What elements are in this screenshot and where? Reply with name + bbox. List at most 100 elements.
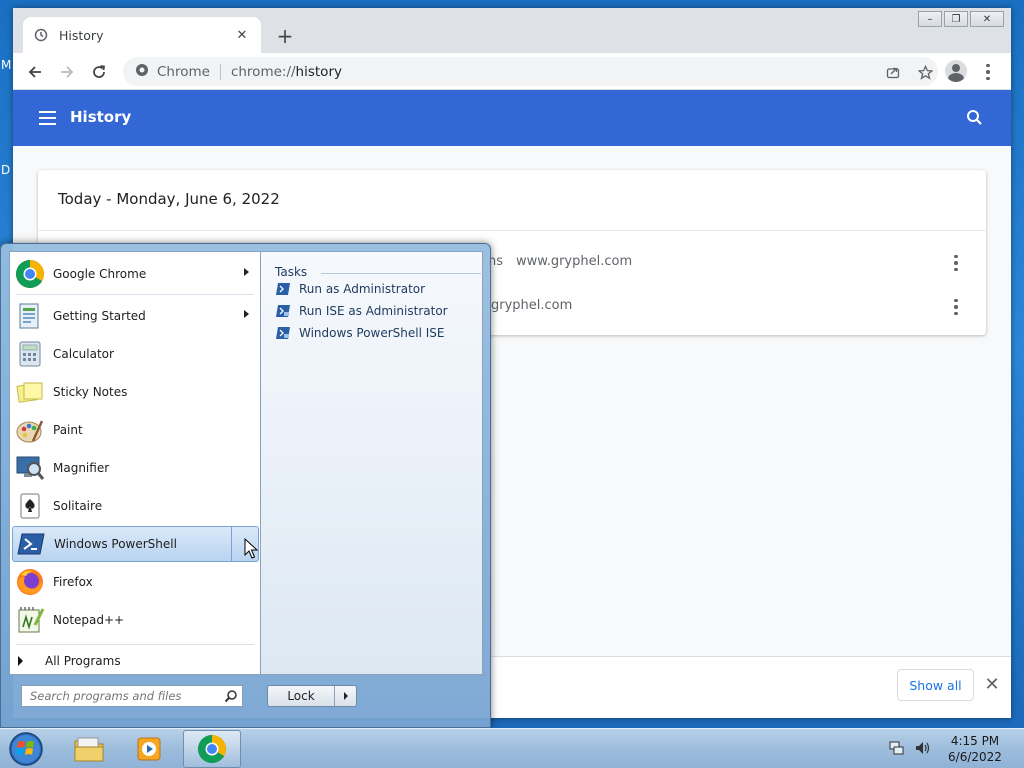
tasks-heading: Tasks [275,265,308,279]
omnibox-divider [219,63,221,80]
chrome-icon [14,258,46,290]
task-run-ise-as-administrator[interactable]: Run ISE as Administrator [275,304,448,318]
chrome-menu-icon[interactable] [979,59,997,85]
history-header: History [13,90,1011,146]
task-label: Windows PowerShell ISE [299,326,445,340]
firefox-icon [14,566,46,598]
submenu-arrow-icon [244,310,249,318]
taskbar-clock[interactable]: 4:15 PM 6/6/2022 [945,733,1005,765]
history-row-domain: www.gryphel.com [516,254,633,269]
mouse-cursor-icon [244,538,258,559]
split-divider [231,527,232,561]
media-player-icon [137,737,161,761]
tab-strip: History ✕ + – ❐ ✕ [13,8,1011,53]
programs-pane: Google Chrome Getting Started Calculator… [9,251,260,675]
chrome-logo-icon [135,62,149,81]
program-label: Solitaire [53,499,103,513]
program-item-paint[interactable]: Paint [12,412,259,448]
bookmark-star-icon[interactable] [915,63,935,81]
program-item-sticky-notes[interactable]: Sticky Notes [12,374,259,410]
omnibox-url: chrome://history [231,64,342,80]
search-input[interactable] [30,689,215,703]
getting-started-icon [14,300,46,332]
network-icon[interactable] [888,739,906,757]
program-item-google-chrome[interactable]: Google Chrome [12,256,259,292]
back-arrow-icon[interactable] [22,59,48,85]
minimize-button[interactable]: – [918,11,942,27]
desktop-icon-label-fragment: M [1,58,12,72]
tab-title: History [59,27,104,43]
powershell-icon [276,283,290,295]
lock-label: Lock [287,689,315,703]
program-label: Google Chrome [53,267,147,281]
lock-button[interactable]: Lock [267,685,357,707]
taskbar-chrome[interactable] [183,730,241,768]
divider [16,644,254,645]
search-icon[interactable] [965,108,985,128]
powershell-icon [15,528,47,560]
window-controls: – ❐ ✕ [916,11,1004,29]
task-label: Run ISE as Administrator [299,304,448,318]
hamburger-menu-icon[interactable] [39,111,56,125]
history-icon [33,27,49,43]
jump-list-pane: Tasks Run as Administrator Run ISE as Ad… [260,251,483,675]
solitaire-icon [14,490,46,522]
taskbar-media-player[interactable] [120,730,178,768]
program-item-solitaire[interactable]: Solitaire [12,488,259,524]
share-icon[interactable] [883,63,903,81]
task-run-as-administrator[interactable]: Run as Administrator [275,282,425,296]
magnifier-icon [14,452,46,484]
clock-date: 6/6/2022 [948,750,1002,764]
task-label: Run as Administrator [299,282,426,296]
calculator-icon [14,338,46,370]
forward-arrow-icon[interactable] [54,59,80,85]
program-label: Sticky Notes [53,385,128,399]
restore-button[interactable]: ❐ [944,11,968,27]
new-tab-button[interactable]: + [273,24,297,48]
close-window-button[interactable]: ✕ [970,11,1004,27]
powershell-ise-icon [276,305,290,317]
taskbar: 4:15 PM 6/6/2022 [0,728,1024,768]
start-orb-icon[interactable] [6,730,46,768]
all-programs-button[interactable]: All Programs [18,654,121,668]
program-item-getting-started[interactable]: Getting Started [12,298,259,334]
paint-icon [14,414,46,446]
browser-toolbar: Chrome chrome://history [13,53,1011,90]
tab-history[interactable]: History ✕ [23,17,261,53]
program-label: Paint [53,423,83,437]
close-icon[interactable]: ✕ [233,26,251,44]
taskbar-explorer[interactable] [60,730,118,768]
history-date-heading: Today - Monday, June 6, 2022 [58,190,280,208]
row-menu-icon[interactable] [946,251,966,275]
program-label: Notepad++ [53,613,125,627]
profile-avatar-icon[interactable] [945,60,967,82]
chrome-icon [198,735,226,763]
program-item-windows-powershell[interactable]: Windows PowerShell [12,526,259,562]
close-icon[interactable]: ✕ [983,674,1001,695]
omnibox-site-label: Chrome [157,63,210,80]
clock-time: 4:15 PM [950,734,1000,748]
expand-arrow-icon [18,656,23,666]
sticky-notes-icon [14,376,46,408]
folder-icon [74,737,104,762]
search-icon[interactable] [224,689,238,703]
program-item-calculator[interactable]: Calculator [12,336,259,372]
desktop-icon-label-fragment: D [1,163,11,177]
divider [38,230,986,231]
program-item-notepad-plus-plus[interactable]: Notepad++ [12,602,259,638]
address-bar[interactable]: Chrome chrome://history [123,57,938,86]
start-search-box[interactable] [21,685,243,707]
volume-icon[interactable] [914,739,932,757]
show-all-button[interactable]: Show all [897,669,974,701]
notepadpp-icon [14,604,46,636]
all-programs-label: All Programs [45,654,121,668]
program-item-firefox[interactable]: Firefox [12,564,259,600]
divider [321,273,481,274]
program-label: Firefox [53,575,93,589]
row-menu-icon[interactable] [946,295,966,319]
page-title: History [70,108,132,126]
reload-icon[interactable] [86,59,112,85]
program-item-magnifier[interactable]: Magnifier [12,450,259,486]
task-windows-powershell-ise[interactable]: Windows PowerShell ISE [275,326,445,340]
power-options-arrow-icon[interactable] [334,686,356,706]
